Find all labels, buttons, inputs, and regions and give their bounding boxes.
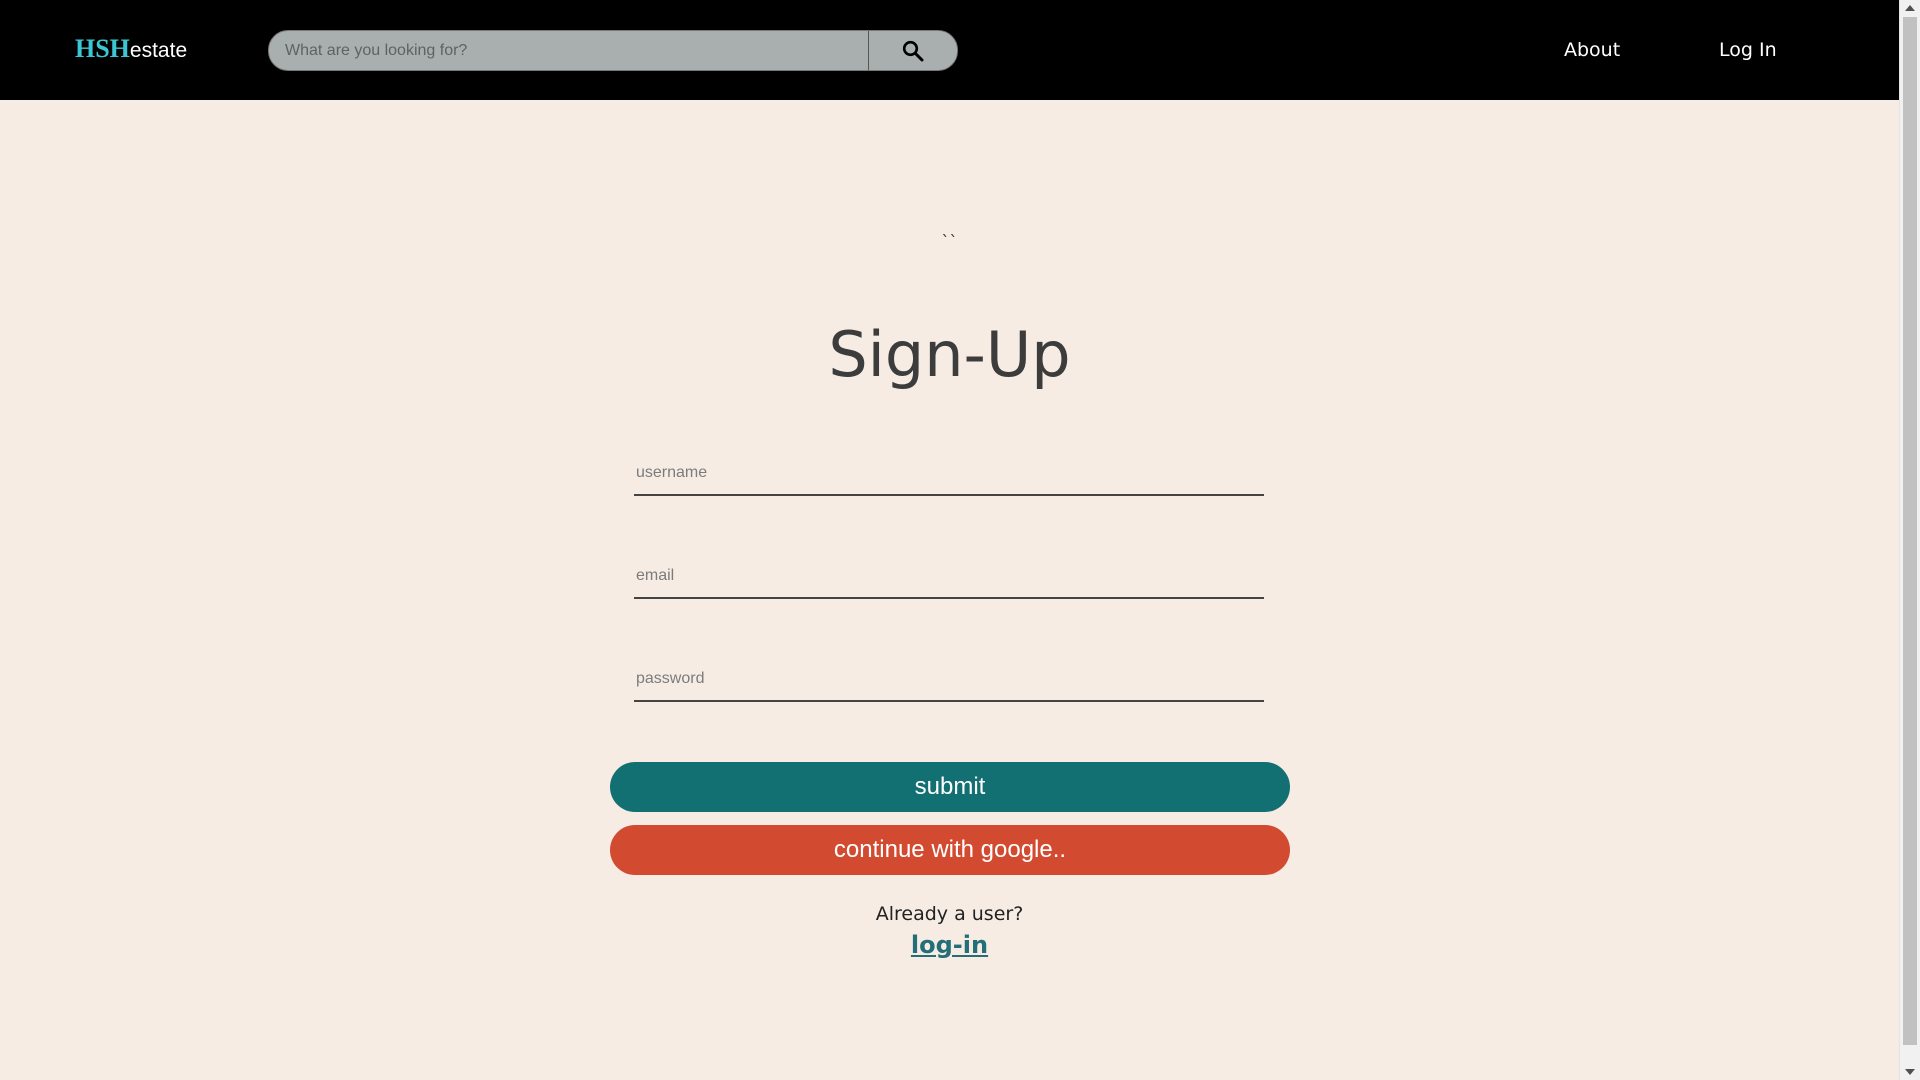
password-field[interactable] bbox=[634, 658, 1264, 702]
submit-button[interactable]: submit bbox=[610, 762, 1290, 812]
stray-text: `` bbox=[941, 232, 958, 251]
scrollbar-thumb[interactable] bbox=[1903, 17, 1917, 1045]
already-user-text: Already a user? bbox=[875, 903, 1024, 925]
scroll-down-icon[interactable] bbox=[1905, 1069, 1915, 1075]
login-link[interactable]: log-in bbox=[911, 931, 988, 959]
nav-login-link[interactable]: Log In bbox=[1719, 39, 1777, 61]
username-field[interactable] bbox=[634, 452, 1264, 496]
page-title: Sign-Up bbox=[828, 318, 1071, 391]
nav-about-link[interactable]: About bbox=[1564, 39, 1620, 61]
search-icon bbox=[902, 40, 924, 61]
login-link-container: log-in bbox=[0, 931, 1899, 959]
search-bar bbox=[268, 30, 958, 71]
page: HSHestate About Log In `` Sign-Up submit… bbox=[0, 0, 1899, 1080]
vertical-scrollbar[interactable] bbox=[1899, 0, 1920, 1080]
search-input[interactable] bbox=[269, 31, 869, 70]
scroll-up-icon[interactable] bbox=[1905, 5, 1915, 11]
logo-brand: HSH bbox=[75, 34, 130, 63]
site-logo[interactable]: HSHestate bbox=[75, 34, 187, 64]
top-navbar: HSHestate About Log In bbox=[0, 0, 1899, 100]
logo-suffix: estate bbox=[129, 39, 188, 62]
email-field[interactable] bbox=[634, 555, 1264, 599]
google-signin-button[interactable]: continue with google.. bbox=[610, 825, 1290, 875]
search-button[interactable] bbox=[868, 31, 957, 70]
